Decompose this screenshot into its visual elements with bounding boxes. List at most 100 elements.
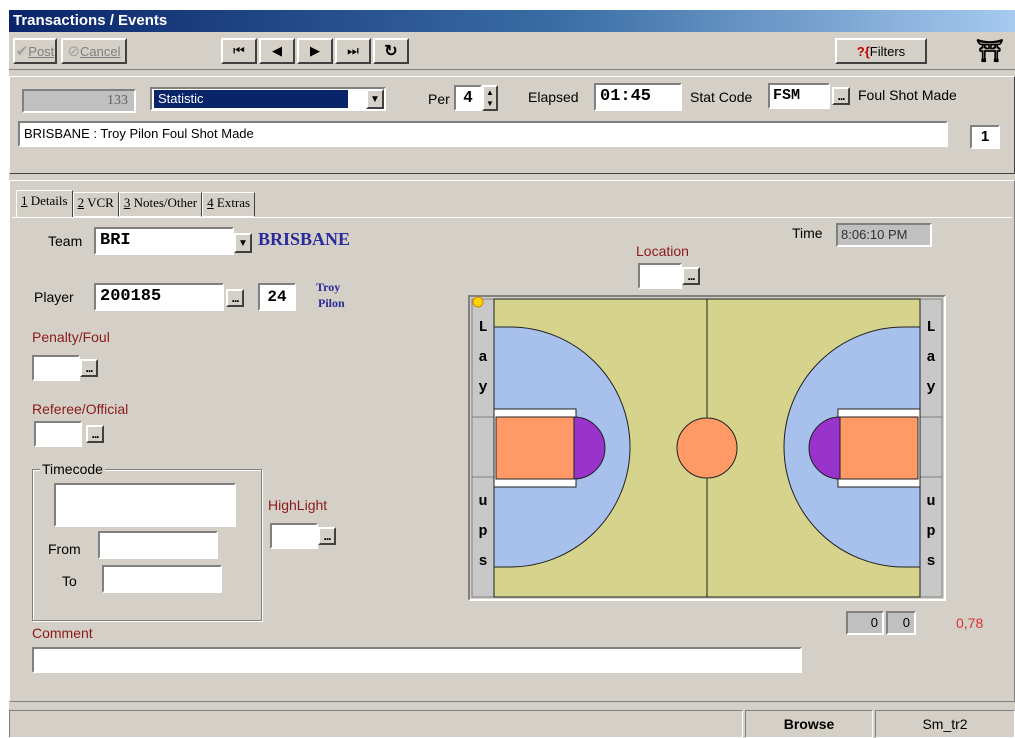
to-label: To [62,573,77,589]
time-label: Time [792,225,823,241]
tab-details[interactable]: 1 Details [16,190,73,218]
team-dropdown-chevron-icon[interactable]: ▼ [234,233,252,253]
left-letter-u: u [478,493,488,510]
last-record-icon: ⏭ [347,43,359,58]
team-code-field[interactable]: BRI [94,227,234,255]
first-record-icon: ⏮ [233,43,245,58]
left-letter-p: p [478,523,488,540]
time-value: 8:06:10 PM [836,223,932,247]
spin-up-icon[interactable]: ▲ [484,87,496,98]
team-name: BRISBANE [258,229,351,249]
elapsed-field[interactable]: 01:45 [594,83,682,111]
left-strip-bottom-letters: u p s [475,487,491,577]
player-lookup-button[interactable]: ... [226,289,244,307]
previous-record-button[interactable]: ◀ [259,38,295,64]
tab-vcr[interactable]: 2 VCR [72,192,119,217]
ratio-value: 0,78 [956,615,984,631]
shot-location-marker [472,297,484,308]
first-record-button[interactable]: ⏮ [221,38,257,64]
right-strip-bottom-letters: u p s [923,487,939,577]
highlight-lookup-button[interactable]: ... [318,527,336,545]
right-letter-l: L [926,319,936,336]
right-letter-p: p [926,523,936,540]
center-circle [676,417,738,479]
stat-code-description: Foul Shot Made [858,87,957,103]
last-record-button[interactable]: ⏭ [335,38,371,64]
stat-code-lookup-button[interactable]: ... [832,87,850,105]
filters-label: Filters [869,43,906,59]
score-b-field: 0 [886,611,916,635]
stat-code-label: Stat Code [690,89,753,105]
highlight-field[interactable] [270,523,318,549]
location-lookup-button[interactable]: ... [682,267,700,285]
penalty-foul-field[interactable] [32,355,80,381]
post-button[interactable]: ✔ Post [13,38,57,64]
left-letter-l: L [478,319,488,336]
cancel-icon: ⊘ [67,43,81,60]
next-icon: ▶ [310,43,320,58]
tab-vcr-label: VCR [84,195,114,210]
period-spinner[interactable]: ▲ ▼ [482,85,498,111]
left-strip-top-letters: L a y [475,313,491,403]
left-letter-s: s [478,553,488,570]
status-bar: Browse Sm_tr2 [9,710,1015,738]
tab-notes-other[interactable]: 3 Notes/Other [118,192,203,217]
player-first-name: Troy [316,280,341,294]
next-record-button[interactable]: ▶ [297,38,333,64]
right-strip-top-letters: L a y [923,313,939,403]
period-field[interactable]: 4 [454,85,482,111]
referee-lookup-button[interactable]: ... [86,425,104,443]
left-letter-a: a [478,349,488,366]
player-number-field[interactable]: 24 [258,283,296,311]
location-field[interactable] [638,263,682,289]
penalty-lookup-button[interactable]: ... [80,359,98,377]
event-type-value: Statistic [154,90,348,108]
cancel-button[interactable]: ⊘ Cancel [61,38,127,64]
score-a-field: 0 [846,611,884,635]
help-filter-icon: ?{ [856,43,870,59]
post-label: Post [28,43,55,59]
left-key [495,416,575,480]
highlight-label: HighLight [268,497,328,513]
filters-button[interactable]: ?{ Filters [835,38,927,64]
status-message [9,710,743,738]
event-count-field[interactable]: 1 [970,125,1000,149]
tab-notes-label: Notes/Other [130,195,198,210]
cancel-label: Cancel [80,43,121,59]
exit-button[interactable]: ⛩ [975,38,1005,64]
right-letter-u: u [926,493,936,510]
basketball-court[interactable] [470,297,944,599]
right-key [839,416,919,480]
spin-down-icon[interactable]: ▼ [484,98,496,109]
chevron-down-icon[interactable]: ▼ [366,89,384,109]
tab-strip: 1 Details 2 VCR 3 Notes/Other 4 Extras [16,190,256,218]
player-name: Troy Pilon [316,279,345,311]
event-header: 133 Statistic ▼ Per 4 ▲ ▼ Elapsed 01:45 … [9,76,1015,174]
event-description-field[interactable]: BRISBANE : Troy Pilon Foul Shot Made [18,121,948,147]
refresh-icon: ↻ [384,43,398,60]
checkmark-icon: ✔ [15,43,29,60]
refresh-button[interactable]: ↻ [373,38,409,64]
left-letter-y: y [478,379,488,396]
player-id-field[interactable]: 200185 [94,283,224,311]
timecode-field[interactable] [54,483,236,527]
previous-icon: ◀ [272,43,282,58]
referee-official-field[interactable] [34,421,82,447]
stat-code-field[interactable]: FSM [768,83,830,109]
tab-divider [12,217,1012,218]
toolbar: ✔ Post ⊘ Cancel ⏮ ◀ ▶ ⏭ ↻ ?{ Filters ⛩ [9,32,1015,70]
comment-field[interactable] [32,647,802,673]
right-letter-a: a [926,349,936,366]
event-type-select[interactable]: Statistic ▼ [150,87,386,111]
penalty-foul-label: Penalty/Foul [32,329,110,345]
transactions-window: ✔ Post ⊘ Cancel ⏮ ◀ ▶ ⏭ ↻ ?{ Filters ⛩ 1… [9,32,1015,738]
referee-official-label: Referee/Official [32,401,129,417]
player-label: Player [34,289,74,305]
right-letter-y: y [926,379,936,396]
timecode-to-field[interactable] [102,565,222,593]
tab-extras-label: Extras [213,195,251,210]
timecode-from-field[interactable] [98,531,218,559]
timecode-label: Timecode [40,461,105,477]
tab-extras[interactable]: 4 Extras [202,192,256,217]
team-label: Team [48,233,83,249]
